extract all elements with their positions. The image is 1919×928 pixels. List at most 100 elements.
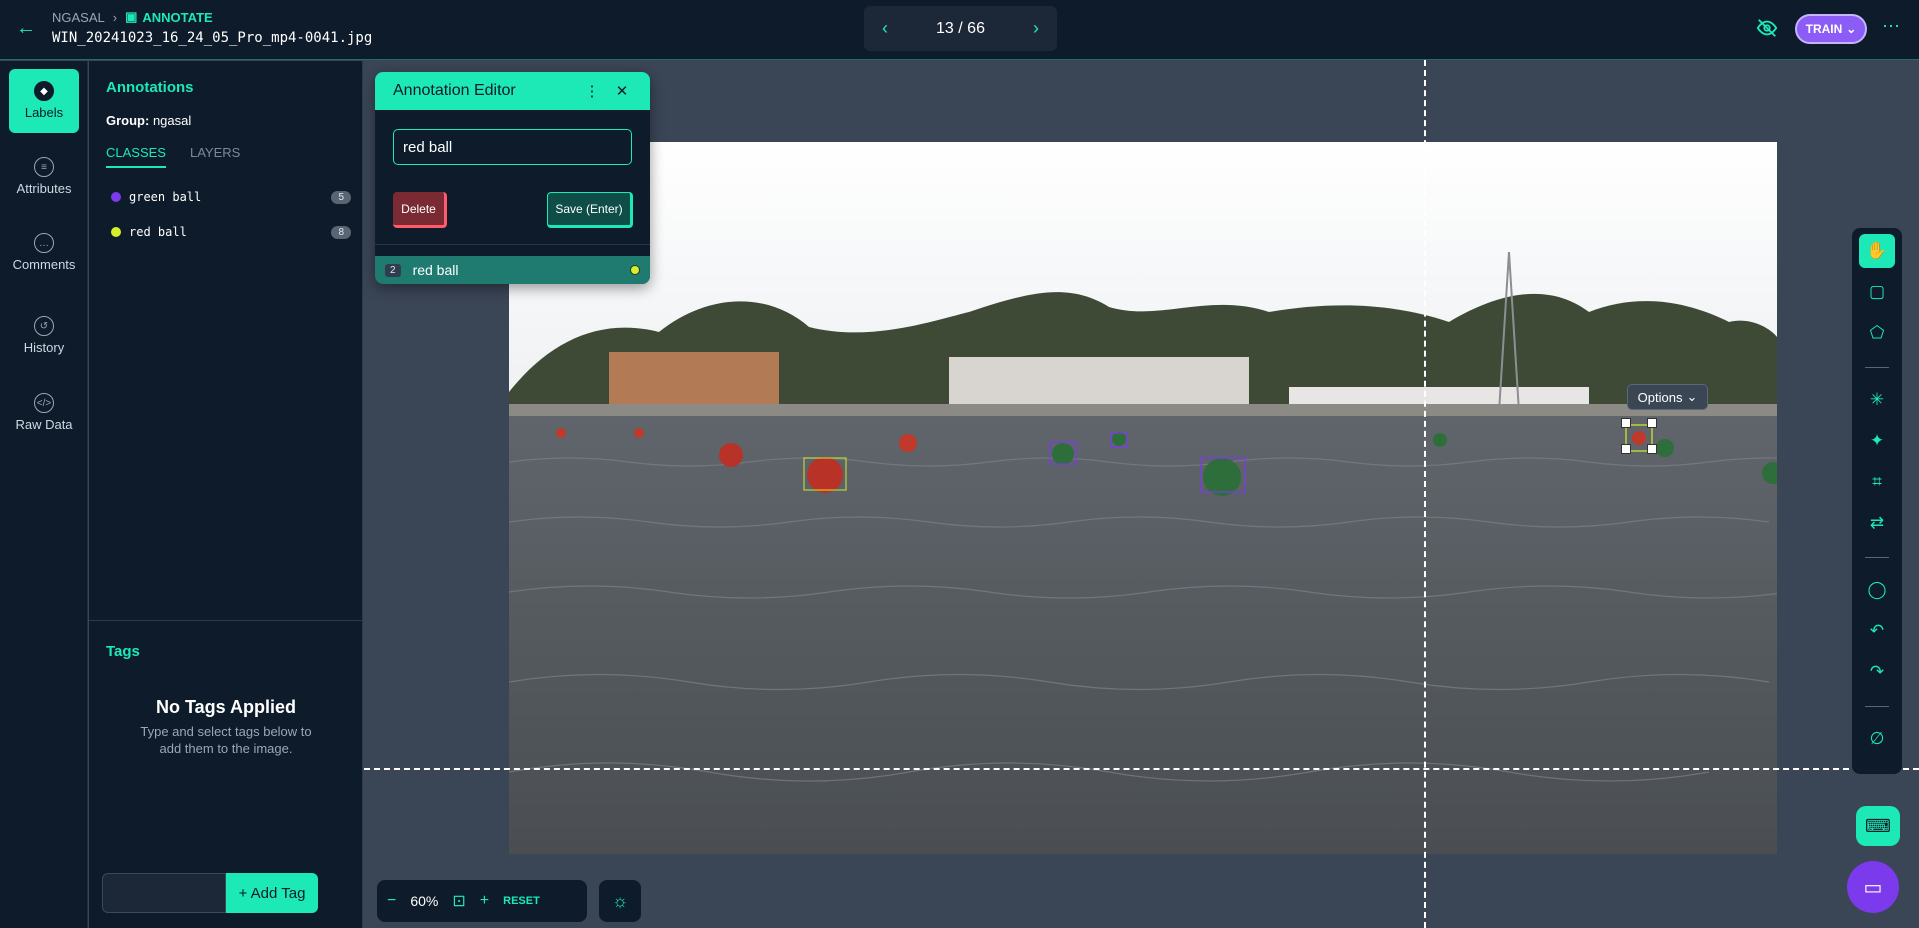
image-pager: ‹ 13 / 66 › — [864, 6, 1057, 51]
rail-item-comments[interactable]: … Comments — [9, 221, 79, 285]
code-icon: </> — [34, 393, 54, 413]
add-tag-button[interactable]: + Add Tag — [226, 873, 318, 913]
tab-layers[interactable]: LAYERS — [190, 145, 240, 168]
divider — [1865, 706, 1889, 707]
image-canvas[interactable] — [509, 142, 1777, 854]
zoom-out-button[interactable]: − — [387, 892, 396, 910]
lock-icon[interactable]: ⊡ — [452, 891, 465, 911]
rail-label-labels: Labels — [24, 105, 64, 120]
annotation-editor: Annotation Editor ⋮ ✕ Delete Save (Enter… — [375, 72, 650, 284]
class-name: red ball — [129, 225, 187, 239]
train-label: TRAIN — [1805, 22, 1843, 36]
label-input[interactable] — [393, 129, 632, 165]
close-icon[interactable]: ✕ — [612, 82, 632, 100]
rail-item-raw-data[interactable]: </> Raw Data — [9, 381, 79, 445]
class-item-green-ball[interactable]: green ball 5 — [111, 187, 351, 207]
class-color-dot — [630, 265, 640, 275]
undo-icon[interactable]: ↶ — [1859, 614, 1895, 648]
group-value: ngasal — [152, 113, 192, 128]
more-vertical-icon[interactable]: ⋮ — [582, 82, 602, 100]
rail-item-history[interactable]: ↺ History — [9, 304, 79, 368]
group-info: Group: ngasal — [106, 113, 191, 128]
comment-icon: … — [34, 233, 54, 253]
resize-handle[interactable] — [1647, 418, 1657, 428]
resize-handle[interactable] — [1621, 444, 1631, 454]
breadcrumb-parent[interactable]: NGASAL — [52, 10, 105, 25]
tool-palette: ✋ ▢ ⬠ ✳ ✦ ⌗ ⇄ ◯ ↶ ↷ ∅ — [1852, 228, 1902, 774]
label-suggestion-row[interactable]: 2 red ball — [375, 256, 650, 284]
rail-item-labels[interactable]: ◆ Labels — [9, 69, 79, 133]
rail-label-raw-data: Raw Data — [15, 417, 73, 432]
eye-off-icon[interactable] — [1756, 17, 1780, 41]
list-icon: ≡ — [34, 157, 54, 177]
hand-pan-icon[interactable]: ✋ — [1859, 234, 1895, 268]
divider — [1865, 557, 1889, 558]
brightness-icon[interactable]: ☼ — [599, 880, 641, 922]
save-button[interactable]: Save (Enter) — [547, 192, 633, 228]
suggestion-index: 2 — [385, 263, 401, 277]
top-bar: ← NGASAL › ▣ ANNOTATE WIN_20241023_16_24… — [0, 0, 1919, 60]
class-item-red-ball[interactable]: red ball 8 — [111, 222, 351, 242]
class-count-badge: 8 — [331, 225, 351, 239]
class-count-badge: 5 — [331, 190, 351, 204]
rail-label-history: History — [23, 340, 65, 355]
chevron-right-icon: › — [112, 9, 118, 25]
prev-image-button[interactable]: ‹ — [882, 18, 888, 39]
resize-handle[interactable] — [1647, 444, 1657, 454]
editor-title: Annotation Editor — [393, 82, 516, 99]
divider — [375, 244, 650, 245]
more-options-icon[interactable]: ⋯ — [1882, 16, 1900, 37]
rail-item-attributes[interactable]: ≡ Attributes — [9, 145, 79, 209]
tab-classes[interactable]: CLASSES — [106, 145, 166, 168]
history-icon: ↺ — [34, 316, 54, 336]
file-name: WIN_20241023_16_24_05_Pro_mp4-0041.jpg — [52, 30, 373, 46]
polygon-icon[interactable]: ⬠ — [1859, 316, 1895, 350]
rail-label-comments: Comments — [12, 257, 76, 272]
pager-count: 13 / 66 — [936, 19, 985, 37]
chevron-down-icon: ⌄ — [1846, 22, 1857, 36]
class-color-dot — [111, 192, 121, 202]
zoom-in-button[interactable]: + — [480, 892, 489, 910]
repeat-icon[interactable]: ⇄ — [1859, 506, 1895, 540]
keyboard-icon[interactable]: ⌨ — [1856, 806, 1900, 846]
magic-wand-icon[interactable]: ✦ — [1859, 424, 1895, 458]
no-tags-description: Type and select tags below to add them t… — [140, 724, 312, 756]
resize-handle[interactable] — [1621, 418, 1631, 428]
tag-input[interactable] — [102, 873, 226, 913]
train-button[interactable]: TRAIN ⌄ — [1795, 14, 1867, 44]
chevron-down-icon: ⌄ — [1686, 389, 1698, 404]
crosshair-vertical — [1424, 60, 1426, 928]
redo-icon[interactable]: ↷ — [1859, 655, 1895, 689]
back-arrow-icon[interactable]: ← — [14, 16, 38, 40]
class-color-dot — [111, 227, 121, 237]
zoom-controls: − 60% ⊡ + RESET — [377, 880, 587, 922]
divider — [89, 620, 363, 621]
reset-zoom-button[interactable]: RESET — [503, 895, 540, 907]
zoom-level: 60% — [410, 893, 439, 909]
comment-icon[interactable]: ◯ — [1859, 573, 1895, 607]
smart-select-icon[interactable]: ✳ — [1859, 383, 1895, 417]
class-name: green ball — [129, 190, 202, 204]
divider — [1865, 367, 1889, 368]
chat-icon[interactable]: ▭ — [1847, 861, 1899, 913]
left-nav-rail: ◆ Labels ≡ Attributes … Comments ↺ Histo… — [0, 61, 88, 928]
annotations-panel: Annotations Group: ngasal CLASSES LAYERS… — [89, 61, 363, 928]
crosshair-horizontal — [364, 768, 1919, 770]
panel-title: Annotations — [106, 79, 194, 96]
bounding-box-icon[interactable]: ▢ — [1859, 275, 1895, 309]
delete-button[interactable]: Delete — [393, 192, 447, 228]
suggestion-label: red ball — [412, 262, 459, 278]
options-dropdown[interactable]: Options ⌄ — [1627, 384, 1708, 410]
options-label: Options — [1637, 389, 1683, 405]
breadcrumb-current-label: ANNOTATE — [142, 9, 213, 25]
annotate-icon: ▣ — [125, 9, 138, 24]
editor-header: Annotation Editor ⋮ ✕ — [375, 72, 650, 110]
next-image-button[interactable]: › — [1033, 18, 1039, 39]
rail-label-attributes: Attributes — [16, 181, 72, 196]
keypoints-icon[interactable]: ⌗ — [1859, 465, 1895, 499]
no-tags-heading: No Tags Applied — [155, 697, 296, 717]
breadcrumb: NGASAL › ▣ ANNOTATE — [52, 9, 213, 25]
null-icon[interactable]: ∅ — [1859, 722, 1895, 756]
panel-tabs: CLASSES LAYERS — [106, 145, 240, 168]
breadcrumb-current: ▣ ANNOTATE — [125, 9, 213, 25]
